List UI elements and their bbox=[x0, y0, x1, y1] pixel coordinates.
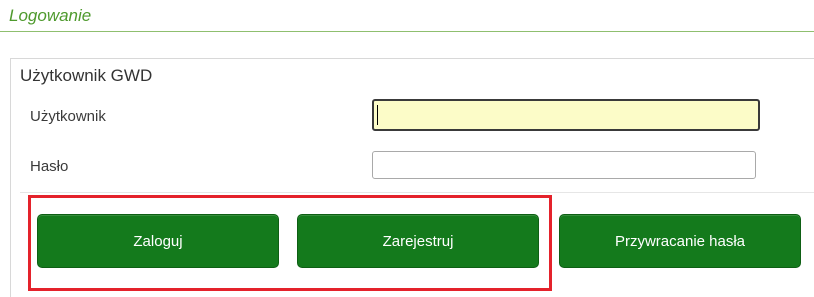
password-reset-button[interactable]: Przywracanie hasła bbox=[559, 214, 801, 268]
username-label: Użytkownik bbox=[30, 108, 106, 125]
login-page: Logowanie Użytkownik GWD Użytkownik Hasł… bbox=[0, 0, 814, 297]
password-label: Hasło bbox=[30, 158, 69, 175]
header-divider bbox=[0, 31, 814, 32]
login-button[interactable]: Zaloguj bbox=[37, 214, 279, 268]
register-button[interactable]: Zarejestruj bbox=[297, 214, 539, 268]
text-cursor bbox=[377, 105, 378, 125]
username-input[interactable] bbox=[372, 99, 760, 131]
password-input[interactable] bbox=[372, 151, 756, 179]
button-row-divider bbox=[20, 192, 814, 193]
section-header: Logowanie bbox=[9, 6, 92, 25]
panel-title: Użytkownik GWD bbox=[20, 66, 153, 85]
